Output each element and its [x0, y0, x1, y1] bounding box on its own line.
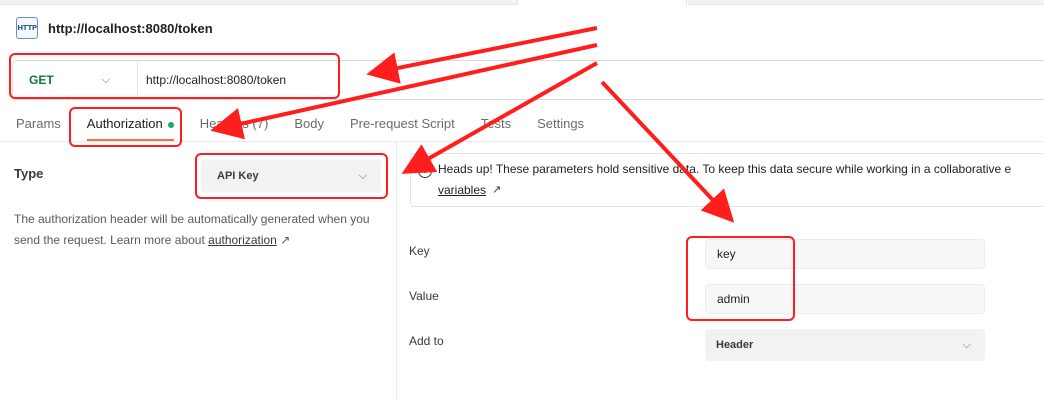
chevron-down-icon: ⌵	[358, 169, 367, 182]
auth-description: The authorization header will be automat…	[14, 209, 379, 251]
auth-type-select[interactable]: API Key ⌵	[201, 159, 381, 193]
notice-text: Heads up! These parameters hold sensitiv…	[438, 162, 1012, 176]
auth-type-label: Type	[14, 166, 44, 181]
request-tabs: Params Authorization Headers (7) Body Pr…	[16, 113, 610, 141]
method-label: GET	[29, 73, 54, 87]
key-label: Key	[409, 244, 430, 258]
tab-strip-active	[517, 0, 687, 5]
sensitive-data-notice: i Heads up! These parameters hold sensit…	[410, 153, 1044, 207]
add-to-value: Header	[716, 339, 754, 351]
variables-link[interactable]: variables	[438, 183, 486, 197]
url-bar: GET ⌵ http://localhost:8080/token	[12, 60, 1044, 100]
tab-authorization-label: Authorization	[86, 116, 163, 131]
tab-authorization[interactable]: Authorization	[86, 113, 174, 141]
request-title[interactable]: http://localhost:8080/token	[48, 21, 213, 36]
tab-strip-left	[0, 0, 517, 5]
value-label: Value	[409, 289, 439, 303]
tab-params[interactable]: Params	[16, 113, 61, 141]
chevron-down-icon: ⌵	[962, 338, 971, 351]
tab-pre-request-script[interactable]: Pre-request Script	[350, 113, 455, 141]
url-input[interactable]: http://localhost:8080/token	[146, 73, 286, 87]
external-link-icon: ↗	[492, 184, 502, 196]
add-to-select[interactable]: Header ⌵	[705, 329, 985, 361]
tab-headers[interactable]: Headers (7)	[200, 113, 269, 141]
panel-divider	[396, 142, 397, 400]
add-to-label: Add to	[409, 334, 444, 348]
request-header: HTTP http://localhost:8080/token	[16, 17, 213, 39]
http-file-icon: HTTP	[16, 17, 38, 39]
external-link-icon: ↗	[280, 233, 291, 247]
status-dot-icon	[167, 121, 174, 128]
auth-description-text: The authorization header will be automat…	[14, 212, 370, 247]
info-icon: i	[418, 164, 432, 178]
tab-settings[interactable]: Settings	[537, 113, 584, 141]
top-tab-strip	[0, 0, 1044, 5]
tabs-divider	[0, 141, 1044, 142]
key-input[interactable]: key	[705, 239, 985, 269]
chevron-down-icon: ⌵	[101, 73, 111, 86]
method-select[interactable]: GET ⌵	[13, 61, 138, 99]
auth-type-value: API Key	[217, 170, 259, 182]
authorization-link[interactable]: authorization	[208, 233, 277, 247]
tab-tests[interactable]: Tests	[481, 113, 511, 141]
value-input[interactable]: admin	[705, 284, 985, 314]
tab-strip-right	[688, 0, 1044, 5]
tab-body[interactable]: Body	[294, 113, 324, 141]
